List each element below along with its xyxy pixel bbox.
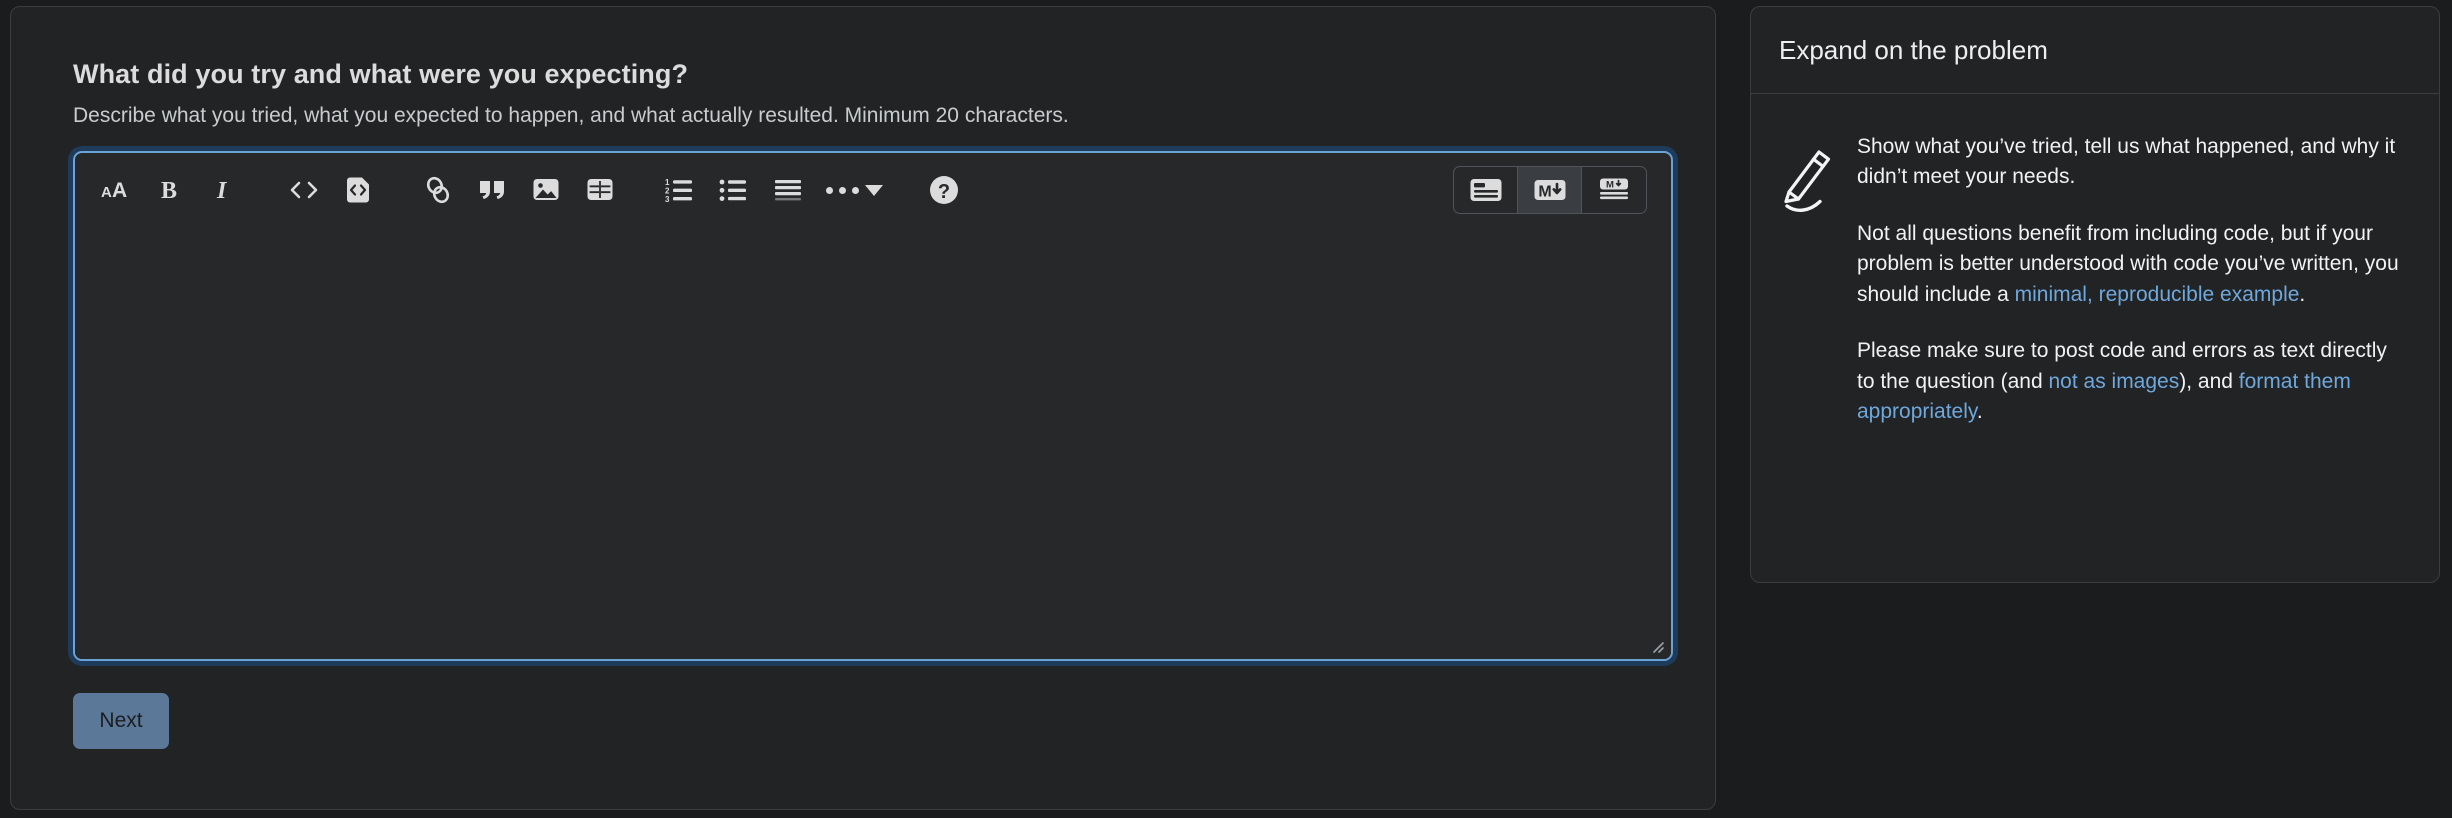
link-icon[interactable]	[411, 163, 465, 217]
table-icon[interactable]	[573, 163, 627, 217]
dot	[852, 186, 859, 194]
sidebar-text: Show what you’ve tried, tell us what hap…	[1857, 130, 2409, 428]
p2-text-after: .	[2299, 282, 2306, 306]
question-body-card: What did you try and what were you expec…	[10, 6, 1716, 810]
bulleted-list-icon[interactable]	[707, 163, 761, 217]
field-description: Describe what you tried, what you expect…	[73, 104, 1069, 128]
sidebar-header: Expand on the problem	[1751, 7, 2439, 94]
not-as-images-link[interactable]: not as images	[2048, 370, 2179, 393]
blockquote-icon[interactable]	[465, 163, 519, 217]
italic-icon[interactable]: I	[197, 163, 251, 217]
help-icon[interactable]: ?	[917, 163, 971, 217]
page-title: What did you try and what were you expec…	[73, 59, 689, 89]
sidebar-paragraph-2: Not all questions benefit from including…	[1857, 219, 2409, 310]
chevron-down-icon	[864, 184, 883, 196]
rich-text-mode-button[interactable]	[1454, 167, 1518, 214]
code-block-icon[interactable]	[331, 163, 385, 217]
sidebar-body: Show what you’ve tried, tell us what hap…	[1751, 94, 2439, 458]
p3-text-middle: ), and	[2179, 369, 2239, 393]
svg-text:?: ?	[938, 181, 950, 203]
markdown-textarea[interactable]	[75, 227, 1671, 660]
sidebar-paragraph-3: Please make sure to post code and errors…	[1857, 336, 2409, 427]
pencil-icon	[1775, 130, 1837, 428]
p3-text-after: .	[1976, 400, 1983, 424]
svg-text:A: A	[112, 179, 127, 202]
editor-mode-switch: M M	[1453, 166, 1647, 215]
inline-code-icon[interactable]	[277, 163, 331, 217]
sidebar-paragraph-1: Show what you’ve tried, tell us what hap…	[1857, 135, 2396, 189]
svg-text:M: M	[1538, 184, 1551, 201]
next-button[interactable]: Next	[73, 693, 169, 750]
heading-icon[interactable]: A A	[89, 163, 143, 217]
ordered-list-icon[interactable]: 1 2 3	[653, 163, 707, 217]
svg-text:A: A	[101, 184, 112, 201]
more-formatting-icon[interactable]	[815, 163, 891, 217]
svg-text:M: M	[1606, 180, 1614, 191]
minimal-reproducible-example-link[interactable]: minimal, reproducible example	[2015, 283, 2300, 306]
dot	[839, 186, 846, 194]
svg-text:B: B	[161, 178, 177, 203]
markdown-editor[interactable]: A A B I 1 2 3 ? M M	[73, 151, 1673, 662]
svg-text:I: I	[216, 178, 228, 203]
split-view-mode-button[interactable]: M	[1582, 167, 1646, 213]
markdown-mode-button[interactable]: M	[1518, 167, 1582, 214]
image-icon[interactable]	[519, 163, 573, 217]
horizontal-rule-icon[interactable]	[761, 163, 815, 217]
resize-handle[interactable]	[1649, 638, 1665, 654]
svg-text:3: 3	[665, 195, 670, 203]
sidebar-title: Expand on the problem	[1779, 34, 2048, 65]
bold-icon[interactable]: B	[143, 163, 197, 217]
dot	[826, 186, 833, 194]
help-sidebar-card: Expand on the problem Show what you’ve t…	[1750, 6, 2440, 583]
page-root: What did you try and what were you expec…	[0, 0, 2452, 818]
editor-toolbar: A A B I 1 2 3 ? M M	[75, 153, 1671, 227]
